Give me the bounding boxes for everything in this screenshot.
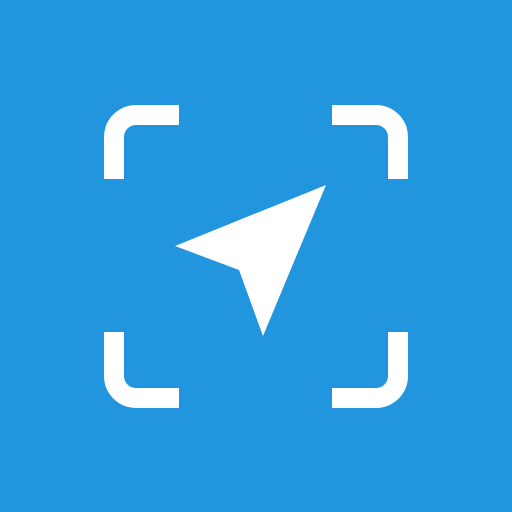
app-icon — [0, 0, 512, 512]
location-focus-icon — [0, 0, 512, 512]
